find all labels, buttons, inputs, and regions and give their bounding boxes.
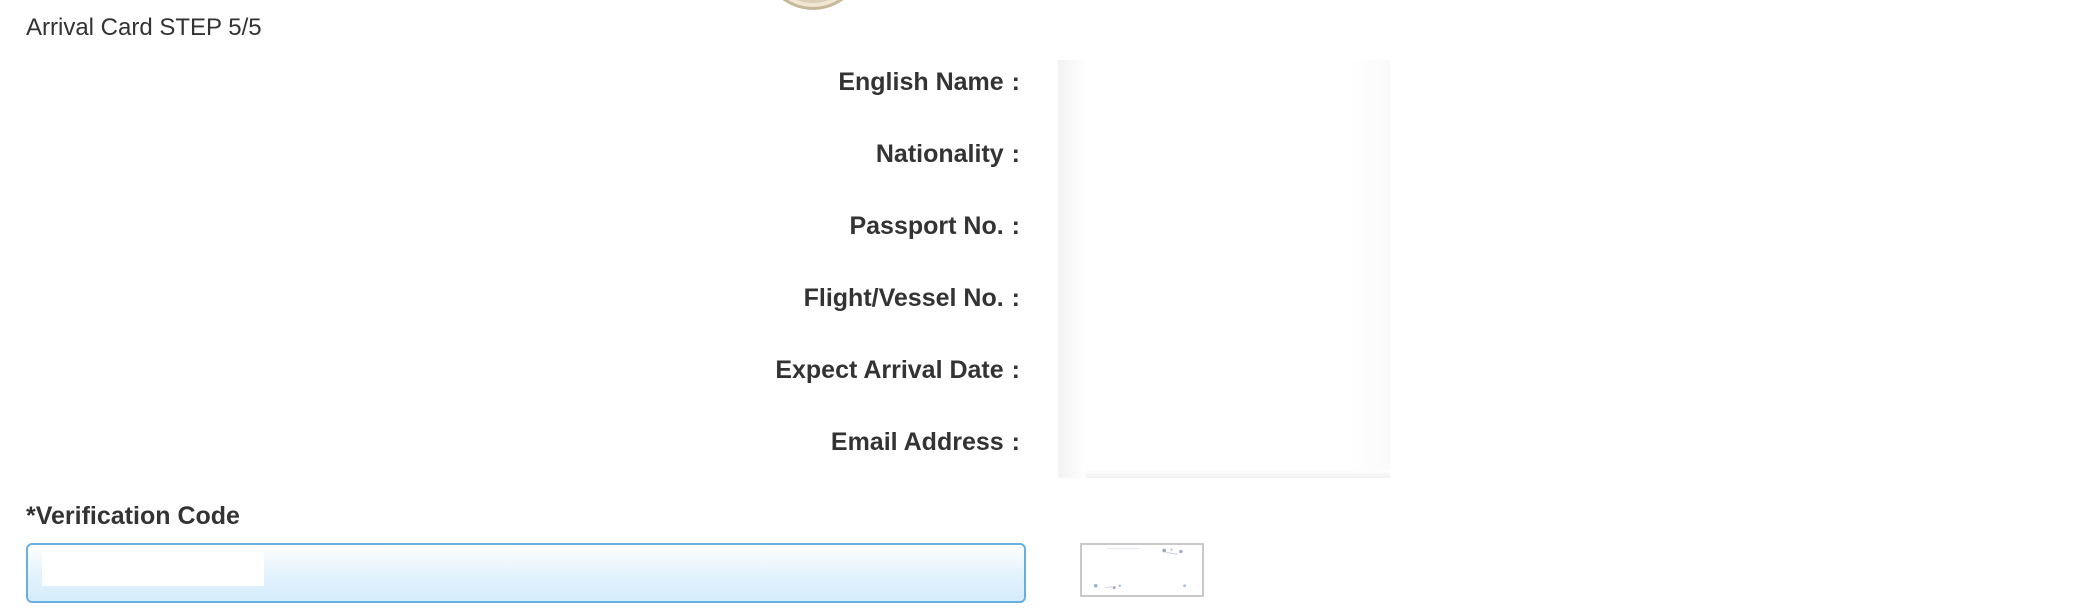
summary-values-panel: [1058, 60, 1390, 478]
captcha-noise-icon: [1084, 545, 1200, 595]
step-title: Arrival Card STEP 5/5: [26, 14, 262, 41]
label-separator: :: [1011, 211, 1020, 240]
emblem-seal-icon: [762, 0, 864, 10]
expect-arrival-date-label: Expect Arrival Date: [775, 355, 1004, 384]
summary-row-expect-arrival-date: Expect Arrival Date :: [775, 350, 1020, 390]
label-separator: :: [1011, 355, 1020, 384]
summary-row-english-name: English Name :: [838, 62, 1020, 102]
summary-row-nationality: Nationality :: [876, 134, 1020, 174]
label-separator: :: [1011, 283, 1020, 312]
summary-row-flight-vessel-no: Flight/Vessel No. :: [804, 278, 1020, 318]
passport-no-label: Passport No.: [849, 211, 1004, 240]
flight-vessel-no-label: Flight/Vessel No.: [803, 283, 1004, 312]
label-separator: :: [1011, 67, 1020, 96]
english-name-label: English Name: [838, 67, 1004, 96]
summary-row-email-address: Email Address :: [831, 422, 1020, 462]
summary-row-passport-no: Passport No. :: [849, 206, 1020, 246]
label-separator: :: [1011, 427, 1020, 456]
verification-code-label: *Verification Code: [26, 502, 240, 530]
label-separator: :: [1011, 139, 1020, 168]
email-address-label: Email Address: [830, 427, 1004, 456]
input-text-highlight: [42, 552, 264, 586]
arrival-card-page: Arrival Card STEP 5/5 English Name : Nat…: [0, 0, 2099, 614]
captcha-image[interactable]: [1080, 543, 1204, 597]
nationality-label: Nationality: [875, 139, 1004, 168]
